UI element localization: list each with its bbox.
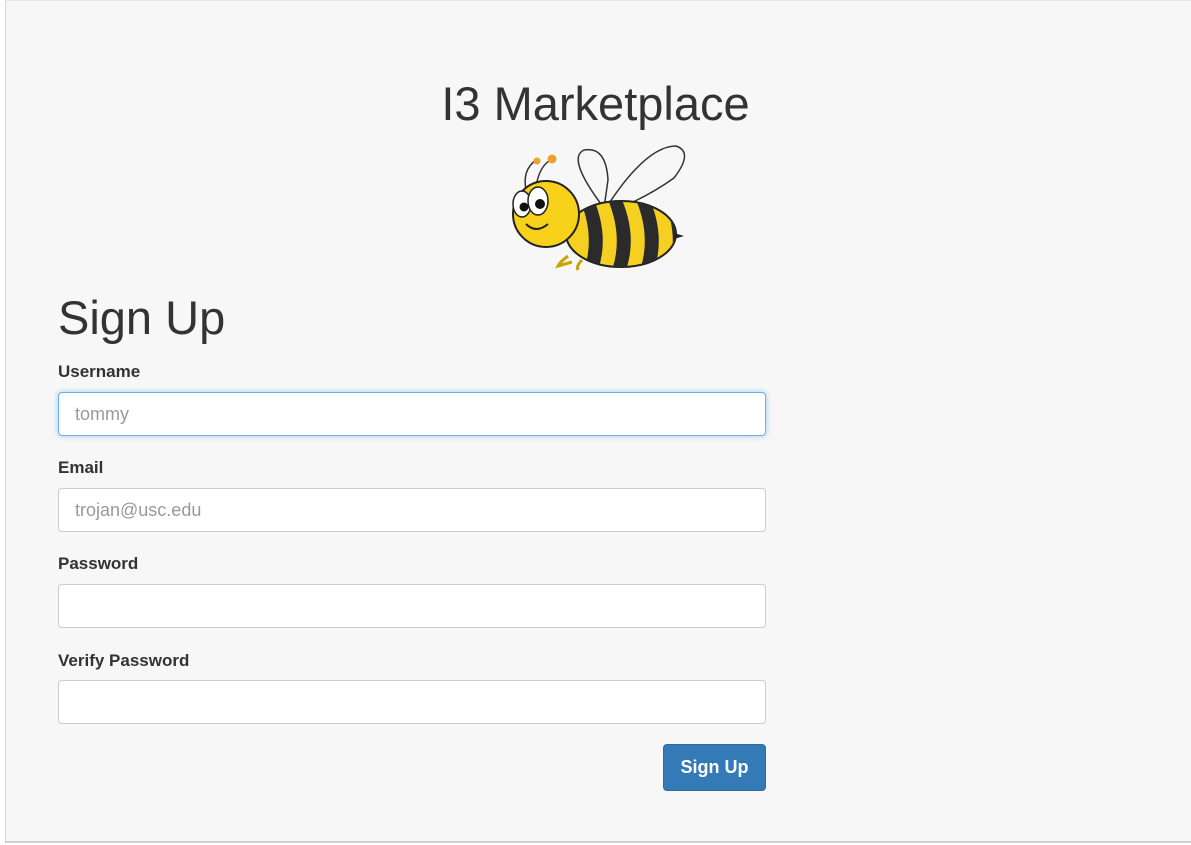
- password-label: Password: [58, 554, 139, 573]
- verify-password-label: Verify Password: [58, 651, 190, 670]
- password-input[interactable]: [58, 584, 766, 628]
- username-label: Username: [58, 362, 141, 381]
- bee-mascot-icon: [512, 145, 686, 271]
- email-input[interactable]: [58, 488, 766, 532]
- site-title: I3 Marketplace: [441, 77, 750, 130]
- email-label: Email: [58, 458, 104, 477]
- verify-password-input[interactable]: [58, 680, 766, 724]
- sign-up-button[interactable]: Sign Up: [663, 744, 766, 791]
- username-input[interactable]: [58, 392, 766, 436]
- page-title: Sign Up: [58, 291, 226, 344]
